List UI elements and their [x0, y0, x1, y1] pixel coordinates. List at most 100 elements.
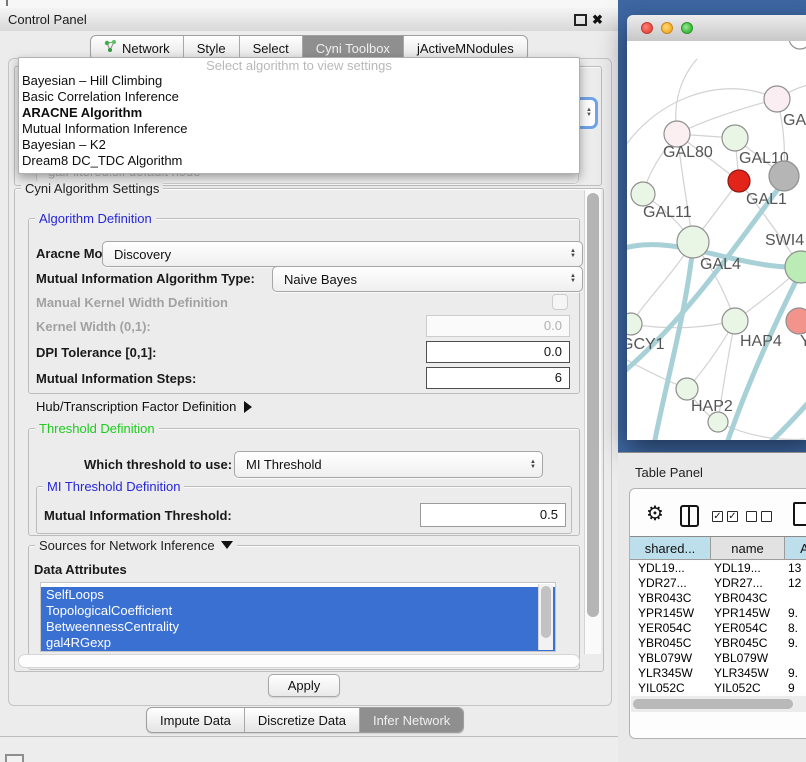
table-row[interactable]: YPR145WYPR145W9.	[630, 606, 806, 621]
network-node-gal11[interactable]	[631, 182, 655, 206]
which-threshold-combo[interactable]: MI Threshold ▲▼	[234, 451, 543, 478]
network-window-titlebar[interactable]	[627, 15, 806, 42]
table-scrollbar-thumb[interactable]	[633, 699, 793, 709]
minimize-traffic-light[interactable]	[661, 22, 673, 34]
node-label: HAP4	[740, 333, 782, 350]
network-icon	[104, 40, 117, 56]
split-columns-icon[interactable]	[680, 505, 699, 527]
table-cell: 9.	[788, 666, 798, 681]
gear-icon[interactable]: ⚙	[646, 501, 664, 526]
network-node-gal10[interactable]	[722, 125, 748, 151]
zoom-traffic-light[interactable]	[681, 22, 693, 34]
table-cell: 13	[788, 561, 801, 576]
network-node-gal[interactable]	[764, 86, 790, 112]
attributes-scrollbar[interactable]	[538, 584, 553, 650]
node-label: GAL11	[643, 204, 692, 221]
attribute-item[interactable]: gal4RGexp	[41, 635, 555, 651]
bottom-tabbar: Impute DataDiscretize DataInfer Network	[146, 707, 464, 733]
apply-button[interactable]: Apply	[268, 674, 340, 697]
algorithm-option[interactable]: Basic Correlation Inference	[19, 89, 579, 105]
table-cell: YER054C	[638, 621, 691, 636]
settings-horizontal-scrollbar[interactable]	[18, 654, 580, 668]
table-cell: YDL19...	[714, 561, 761, 576]
dpi-tolerance-label: DPI Tolerance [0,1]:	[36, 345, 156, 360]
float-window-icon[interactable]	[574, 14, 587, 26]
table-cell: 9.	[788, 606, 798, 621]
network-node-hap2[interactable]	[676, 378, 698, 400]
page-icon[interactable]	[793, 502, 806, 526]
kernel-width-input[interactable]: 0.0	[426, 315, 570, 337]
spinner-arrows-icon: ▲▼	[570, 274, 576, 284]
unchecked-box-icon	[746, 511, 757, 522]
table-horizontal-scrollbar[interactable]	[631, 696, 806, 712]
table-row[interactable]: YBR043C YBR043C	[630, 591, 806, 606]
algorithm-option[interactable]: Mutual Information Inference	[19, 121, 579, 137]
algorithm-option[interactable]: Bayesian – Hill Climbing	[19, 73, 579, 89]
tab-label: Cyni Toolbox	[316, 41, 390, 56]
hub-definition-label: Hub/Transcription Factor Definition	[36, 399, 236, 414]
table-cell: YBR043C	[714, 591, 767, 606]
table-row[interactable]: YIL052CYIL052C9	[630, 681, 806, 692]
algorithm-option[interactable]: Bayesian – K2	[19, 137, 579, 153]
tab-impute-data[interactable]: Impute Data	[147, 708, 245, 732]
mi-algorithm-type-combo[interactable]: Naive Bayes ▲▼	[272, 266, 583, 292]
network-node[interactable]	[789, 41, 806, 49]
table-row[interactable]: YBL079WYBL079W	[630, 651, 806, 666]
tab-discretize-data[interactable]: Discretize Data	[245, 708, 360, 732]
table-cell: YPR145W	[714, 606, 770, 621]
spinner-arrows-icon: ▲▼	[586, 108, 592, 118]
table-cell: YLR345W	[714, 666, 769, 681]
algorithm-option[interactable]: Dream8 DC_TDC Algorithm	[19, 153, 579, 169]
table-row[interactable]: YDR27...YDR27...12	[630, 576, 806, 591]
node-label: Y	[800, 333, 806, 350]
column-header[interactable]: A	[785, 537, 806, 560]
network-node-gal1[interactable]	[728, 170, 750, 192]
algorithm-dropdown-popup: Select algorithm to view settings Bayesi…	[18, 57, 580, 174]
minimized-panel-icon[interactable]	[5, 754, 24, 762]
spinner-arrows-icon: ▲▼	[530, 460, 536, 470]
close-icon[interactable]: ✖	[592, 8, 603, 31]
network-canvas[interactable]: GALGAL80GAL10GAL1GAL11GAL4SWI4GCY1HAP4YH…	[627, 41, 806, 440]
tab-infer-network[interactable]: Infer Network	[360, 708, 463, 732]
table-cell: YBR043C	[638, 591, 691, 606]
close-traffic-light[interactable]	[641, 22, 653, 34]
algorithm-option[interactable]: ARACNE Algorithm	[19, 105, 579, 121]
settings-vertical-scrollbar[interactable]	[584, 190, 601, 654]
table-cell: YLR345W	[638, 666, 693, 681]
network-edge[interactable]	[755, 383, 806, 440]
network-edge[interactable]	[721, 271, 801, 440]
screen: Control Panel ✖ NetworkStyleSelectCyni T…	[0, 0, 806, 762]
table-row[interactable]: YBR045CYBR045C9.	[630, 636, 806, 651]
attribute-item[interactable]: SelfLoops	[41, 587, 555, 603]
table-rows: YDL19...YDL19...13YDR27...YDR27...12YBR0…	[630, 561, 806, 692]
unchecked-pair-icon[interactable]	[746, 511, 776, 529]
hub-definition-toggle[interactable]: Hub/Transcription Factor Definition	[36, 399, 252, 414]
network-node[interactable]	[708, 412, 728, 432]
network-node[interactable]	[769, 161, 799, 191]
table-row[interactable]: YER054CYER054C8.	[630, 621, 806, 636]
network-node-y[interactable]	[786, 308, 806, 334]
attributes-scrollbar-thumb[interactable]	[541, 586, 551, 638]
manual-kernel-width-checkbox[interactable]	[552, 294, 568, 310]
settings-scrollbar-thumb[interactable]	[587, 193, 599, 617]
column-header[interactable]: name	[711, 537, 785, 560]
attribute-item[interactable]: TopologicalCoefficient	[41, 603, 555, 619]
panel-bottom-border	[0, 736, 620, 737]
aracne-mode-combo[interactable]: Discovery ▲▼	[102, 241, 583, 267]
data-attributes-list[interactable]: SelfLoopsTopologicalCoefficientBetweenne…	[40, 582, 556, 652]
node-label: GAL4	[700, 256, 741, 273]
network-graph: GALGAL80GAL10GAL1GAL11GAL4SWI4GCY1HAP4YH…	[627, 41, 806, 440]
table-row[interactable]: YLR345W YLR345W 9.	[630, 666, 806, 681]
column-header[interactable]: shared...	[630, 537, 711, 560]
checked-pair-icon[interactable]: ✓✓	[712, 511, 742, 529]
mi-threshold-input[interactable]: 0.5	[420, 503, 566, 527]
dpi-tolerance-input[interactable]: 0.0	[426, 341, 570, 363]
network-node-gal4[interactable]	[677, 226, 709, 258]
mi-steps-input[interactable]: 6	[426, 367, 570, 389]
table-row[interactable]: YDL19...YDL19...13	[630, 561, 806, 576]
threshold-definition-title: Threshold Definition	[35, 421, 159, 436]
network-node-gcy1[interactable]	[627, 313, 642, 335]
attribute-item[interactable]: BetweennessCentrality	[41, 619, 555, 635]
expanded-arrow-icon	[221, 541, 233, 549]
network-node-hap4[interactable]	[722, 308, 748, 334]
